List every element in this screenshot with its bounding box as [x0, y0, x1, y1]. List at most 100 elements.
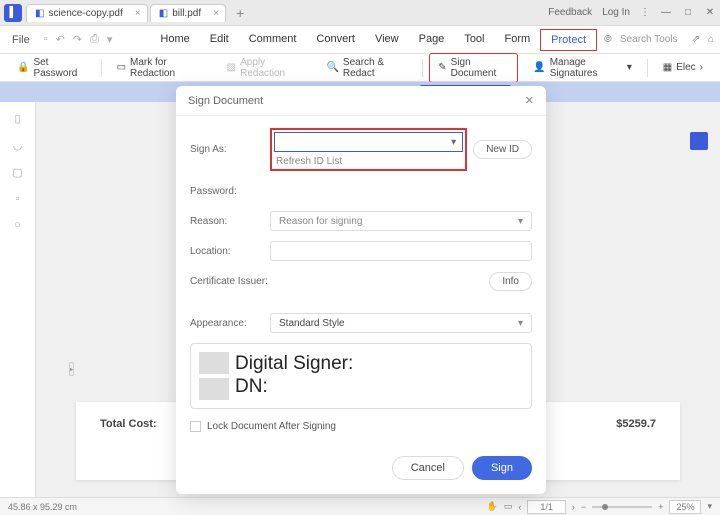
signature-icon: ✎ — [438, 62, 446, 73]
reason-select[interactable]: Reason for signing ▾ — [270, 211, 532, 231]
set-password-button[interactable]: 🔒 Set Password — [8, 53, 95, 83]
manage-signatures-button[interactable]: 👤 Manage Signatures ▾ — [524, 53, 641, 83]
electronic-button[interactable]: ▦ Elec › — [654, 58, 712, 77]
search-icon: ⦾ — [604, 34, 612, 45]
preview-block — [199, 352, 229, 374]
tab-science[interactable]: ◧ science-copy.pdf × — [26, 4, 148, 22]
dropdown-icon[interactable]: ▾ — [107, 33, 113, 46]
appearance-select[interactable]: Standard Style ▾ — [270, 313, 532, 333]
reason-placeholder: Reason for signing — [279, 216, 362, 227]
file-menu[interactable]: File — [6, 34, 36, 46]
word-export-icon[interactable] — [690, 132, 708, 150]
menu-protect[interactable]: Protect — [540, 29, 597, 51]
search-redact-button[interactable]: 🔍 Search & Redact — [317, 53, 416, 83]
app-icon: ▌ — [4, 4, 22, 22]
menu-home[interactable]: Home — [150, 29, 199, 51]
label: Set Password — [33, 57, 85, 79]
tab-bill[interactable]: ◧ bill.pdf × — [150, 4, 226, 22]
zoom-out-icon[interactable]: − — [581, 502, 586, 512]
chevron-right-icon: › — [700, 62, 703, 73]
home-icon[interactable]: ⌂ — [708, 34, 714, 45]
lock-checkbox[interactable] — [190, 421, 201, 432]
issuer-label: Certificate Issuer: — [190, 276, 270, 287]
menu-comment[interactable]: Comment — [239, 29, 307, 51]
menubar: File ▫ ↶ ↷ ⎙ ▾ Home Edit Comment Convert… — [0, 26, 720, 54]
label: Elec — [676, 62, 695, 73]
page-indicator[interactable]: 1/1 — [527, 500, 566, 514]
mark-redaction-button[interactable]: ▭ Mark for Redaction — [108, 53, 212, 83]
close-window-icon[interactable]: ✕ — [704, 7, 716, 19]
search-tools-placeholder[interactable]: Search Tools — [620, 34, 678, 45]
ribbon: 🔒 Set Password ▭ Mark for Redaction ▧ Ap… — [0, 54, 720, 82]
search-panel-icon[interactable]: ○ — [14, 219, 21, 231]
undo-icon[interactable]: ↶ — [56, 33, 65, 46]
statusbar: 45.86 x 95.29 cm ✋ ▭ ‹ 1/1 › − + 25% ▾ — [0, 497, 720, 515]
label: Sign Document — [451, 57, 510, 79]
new-tab-button[interactable]: + — [228, 5, 252, 21]
prev-page-icon[interactable]: ‹ — [518, 502, 521, 512]
refresh-id-list[interactable]: Refresh ID List — [274, 156, 463, 167]
label: Search & Redact — [343, 57, 407, 79]
comment-icon[interactable]: ▢ — [12, 166, 22, 179]
minimize-icon[interactable]: — — [660, 7, 672, 19]
redaction-icon: ▭ — [117, 62, 126, 73]
dimensions-readout: 45.86 x 95.29 cm — [8, 502, 77, 512]
zoom-value[interactable]: 25% — [669, 500, 701, 514]
scroll-handle[interactable]: ▸ — [69, 362, 74, 376]
new-id-button[interactable]: New ID — [473, 140, 532, 159]
chevron-down-icon: ▾ — [518, 216, 523, 227]
zoom-in-icon[interactable]: + — [658, 502, 663, 512]
feedback-link[interactable]: Feedback — [548, 7, 592, 18]
sign-as-select[interactable]: ▾ — [274, 132, 463, 152]
menu-form[interactable]: Form — [495, 29, 541, 51]
chevron-down-icon[interactable]: ▾ — [707, 501, 712, 512]
menu-edit[interactable]: Edit — [200, 29, 239, 51]
kebab-icon[interactable]: ⋮ — [640, 7, 650, 18]
menu-page[interactable]: Page — [409, 29, 455, 51]
zoom-slider[interactable] — [592, 506, 652, 508]
login-link[interactable]: Log In — [602, 7, 630, 18]
label: Apply Redaction — [240, 57, 302, 79]
lock-label: Lock Document After Signing — [207, 421, 336, 432]
preview-block — [199, 378, 229, 400]
redo-icon[interactable]: ↷ — [73, 33, 82, 46]
sign-document-dialog: Sign Document ✕ Sign As: ▾ Refresh ID Li… — [176, 86, 546, 494]
appearance-label: Appearance: — [190, 318, 270, 329]
select-tool-icon[interactable]: ▭ — [504, 501, 513, 512]
close-icon[interactable]: × — [213, 8, 219, 19]
appearance-value: Standard Style — [279, 318, 345, 329]
dialog-title: Sign Document — [188, 95, 263, 107]
cancel-button[interactable]: Cancel — [392, 456, 464, 480]
thumbnails-icon[interactable]: ▯ — [14, 112, 20, 125]
tab-label: bill.pdf — [172, 8, 201, 19]
bookmark-icon[interactable]: ◡ — [13, 139, 23, 152]
menu-convert[interactable]: Convert — [306, 29, 365, 51]
attachment-icon[interactable]: ▫ — [16, 193, 20, 205]
maximize-icon[interactable]: □ — [682, 7, 694, 19]
menu-view[interactable]: View — [365, 29, 409, 51]
menu-tool[interactable]: Tool — [454, 29, 494, 51]
hand-tool-icon[interactable]: ✋ — [487, 501, 498, 512]
next-page-icon[interactable]: › — [572, 502, 575, 512]
label: Mark for Redaction — [130, 57, 203, 79]
password-label: Password: — [190, 186, 270, 197]
label: Manage Signatures — [550, 57, 623, 79]
signature-preview: Digital Signer: DN: — [190, 343, 532, 409]
search-redact-icon: 🔍 — [326, 62, 338, 73]
info-button[interactable]: Info — [489, 272, 532, 291]
left-sidebar: ▯ ◡ ▢ ▫ ○ — [0, 102, 36, 497]
export-icon[interactable]: ⇗ — [692, 34, 700, 45]
tab-label: science-copy.pdf — [48, 8, 122, 19]
total-cost-label: Total Cost: — [100, 418, 157, 430]
apply-redaction-button: ▧ Apply Redaction — [218, 53, 312, 83]
print-icon[interactable]: ⎙ — [90, 33, 99, 46]
save-icon[interactable]: ▫ — [44, 33, 48, 46]
close-dialog-icon[interactable]: ✕ — [525, 94, 534, 107]
sign-document-button[interactable]: ✎ Sign Document — [429, 53, 518, 83]
pdf-icon: ◧ — [35, 8, 44, 19]
close-icon[interactable]: × — [135, 8, 141, 19]
preview-line1: Digital Signer: — [235, 353, 353, 376]
sign-button[interactable]: Sign — [472, 456, 532, 480]
chevron-down-icon: ▾ — [451, 137, 456, 148]
location-input[interactable] — [270, 241, 532, 261]
